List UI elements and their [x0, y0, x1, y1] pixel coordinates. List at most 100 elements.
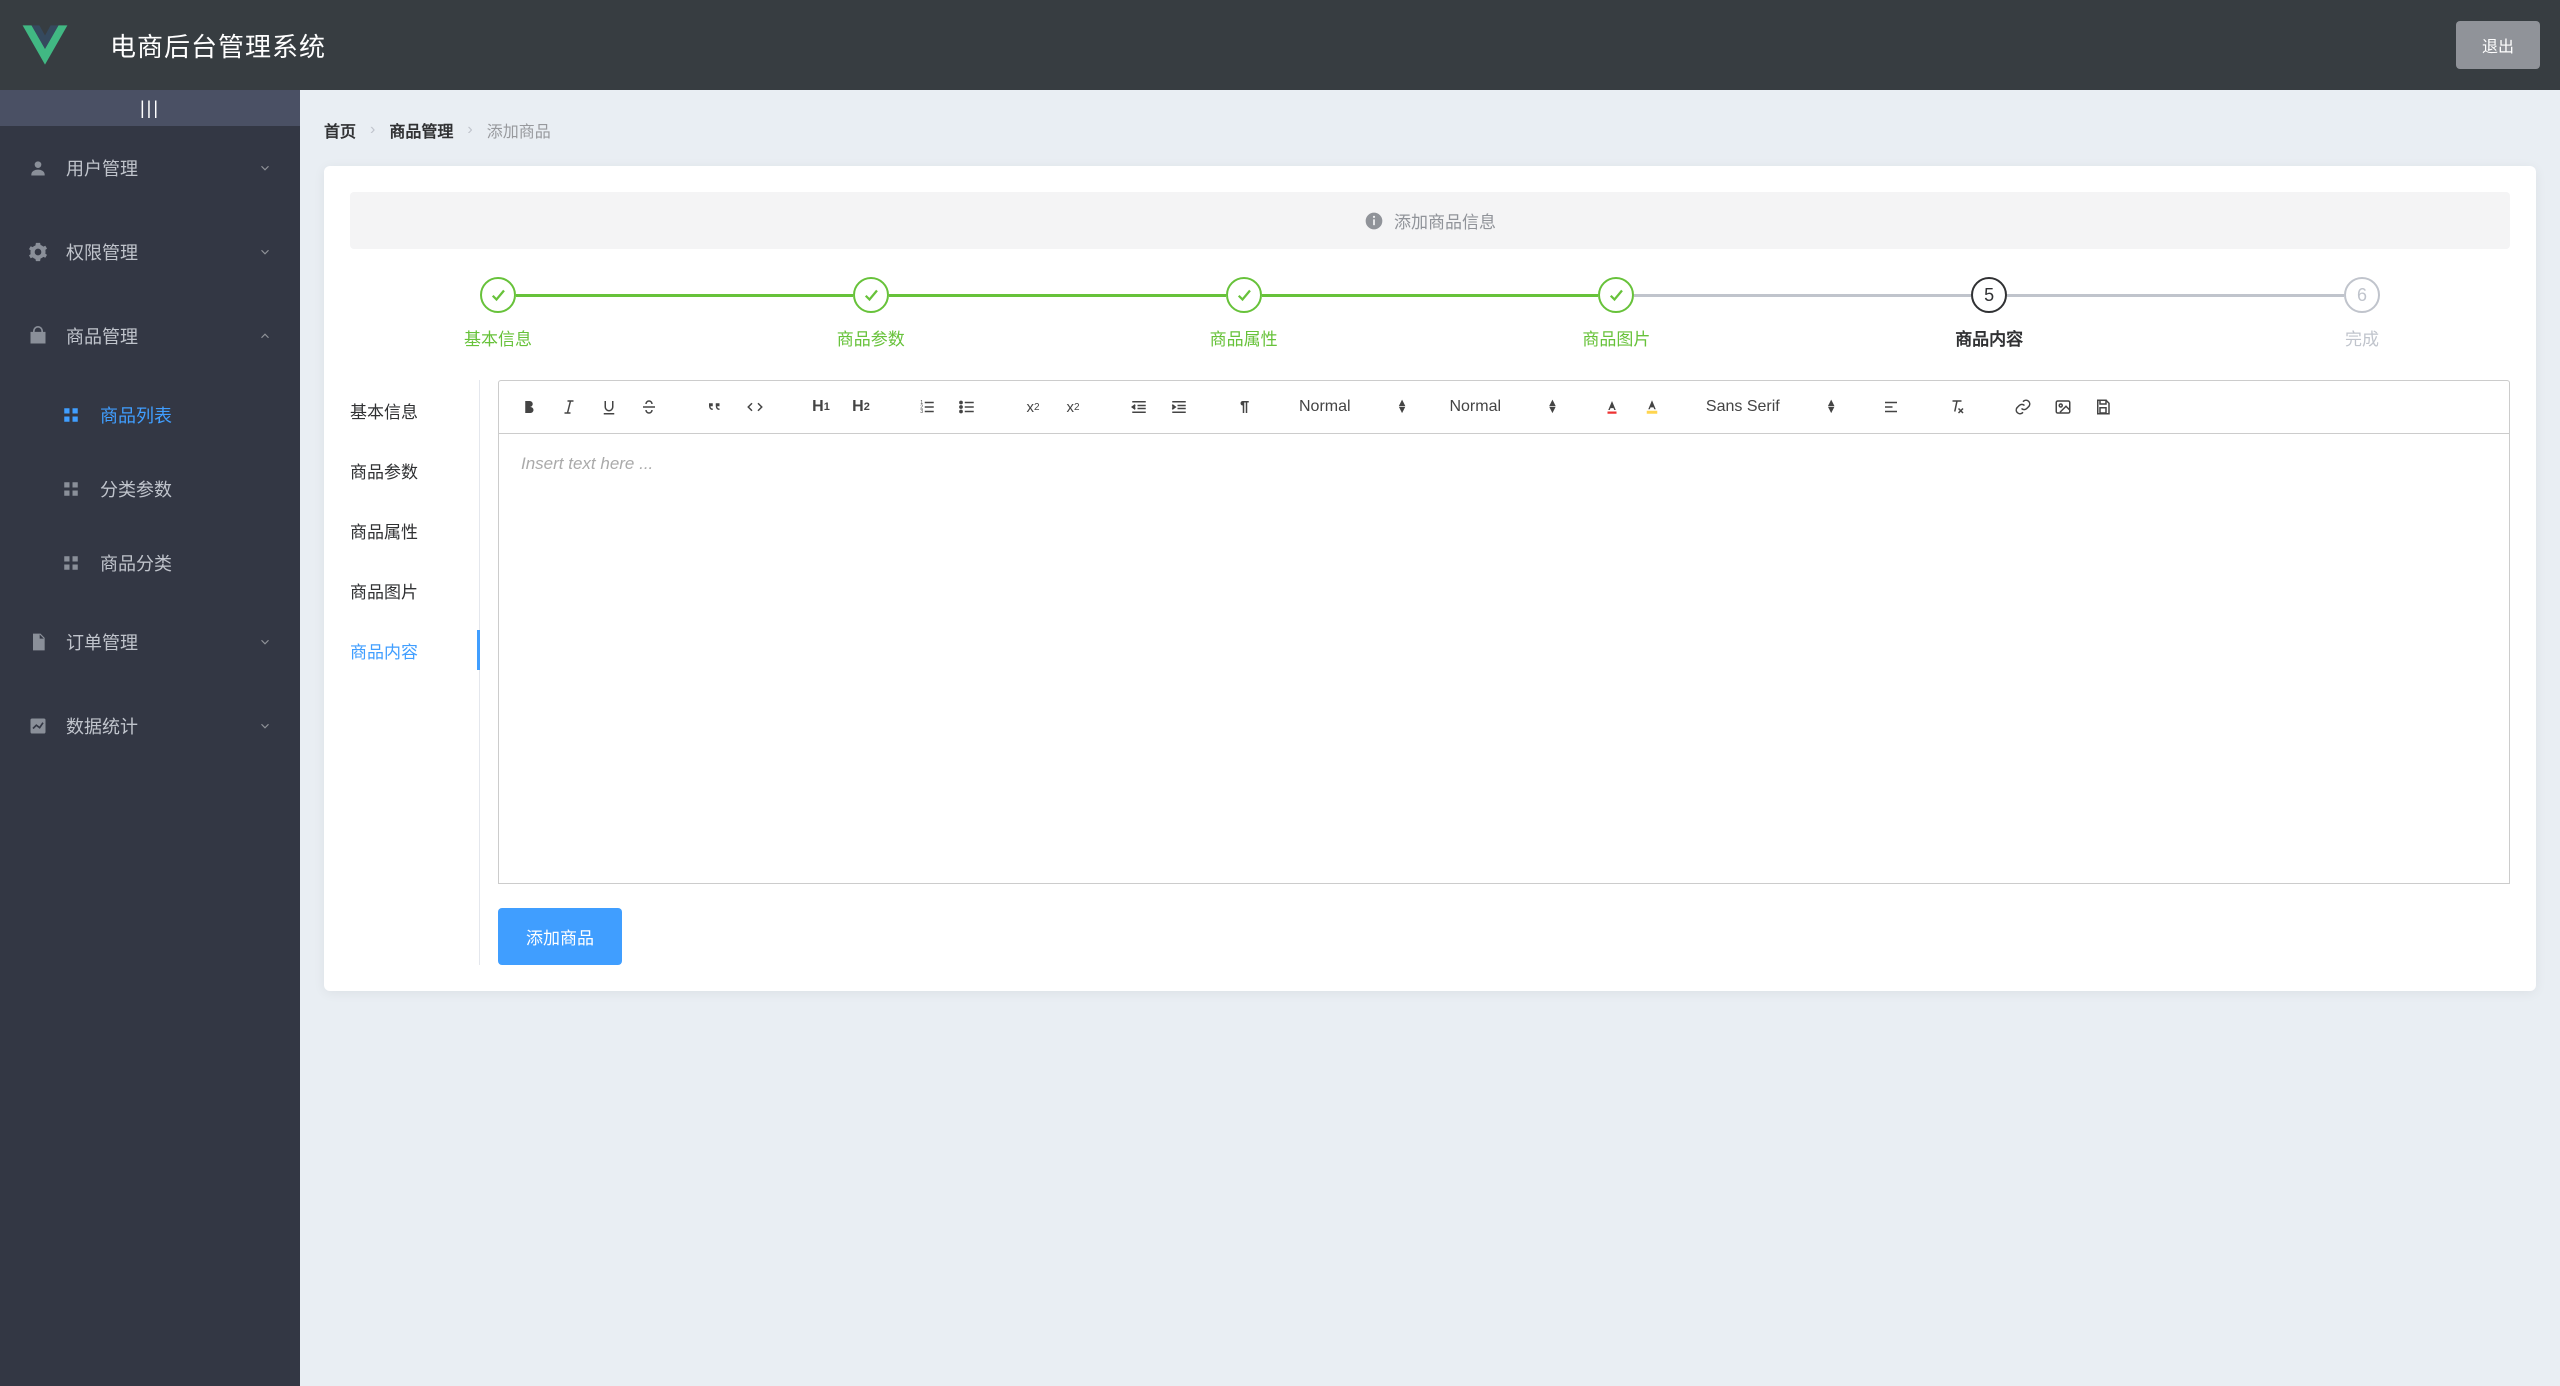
logout-button[interactable]: 退出 — [2456, 21, 2540, 69]
sidebar-sub-label: 商品列表 — [100, 402, 172, 428]
sidebar-item-stats[interactable]: 数据统计 — [0, 684, 300, 768]
size-select-value: Normal — [1299, 398, 1351, 416]
add-product-button[interactable]: 添加商品 — [498, 908, 622, 965]
tab-params[interactable]: 商品参数 — [350, 440, 479, 500]
bullet-list-button[interactable] — [947, 391, 987, 423]
check-icon — [480, 277, 516, 313]
breadcrumb-item-goods[interactable]: 商品管理 — [389, 118, 453, 142]
ordered-list-button[interactable]: 123 — [907, 391, 947, 423]
step-number: 6 — [2344, 277, 2380, 313]
breadcrumb-item-home[interactable]: 首页 — [324, 118, 356, 142]
editor-toolbar: H1 H2 123 x2 x2 — [498, 380, 2510, 434]
font-select[interactable]: Sans Serif ▲▼ — [1698, 398, 1845, 416]
link-button[interactable] — [2003, 391, 2043, 423]
sidebar-toggle[interactable]: ||| — [0, 90, 300, 126]
sidebar-sub-goods-categories[interactable]: 商品分类 — [0, 526, 300, 600]
clear-format-button[interactable] — [1937, 391, 1977, 423]
sidebar-item-label: 数据统计 — [66, 713, 138, 739]
step-images: 商品图片 — [1598, 277, 1971, 350]
svg-text:3: 3 — [920, 409, 923, 415]
tab-images[interactable]: 商品图片 — [350, 560, 479, 620]
step-title: 商品内容 — [1955, 325, 2023, 350]
breadcrumb-sep-icon: › — [467, 121, 472, 139]
sidebar-item-label: 权限管理 — [66, 239, 138, 265]
step-basic-info: 基本信息 — [480, 277, 853, 350]
chevron-down-icon — [258, 161, 272, 175]
sidebar-menu: 用户管理 权限管理 商品管理 — [0, 126, 300, 768]
underline-button[interactable] — [589, 391, 629, 423]
breadcrumb-item-add: 添加商品 — [487, 118, 551, 142]
step-done: 6 完成 — [2344, 277, 2380, 350]
tab-content[interactable]: 商品内容 — [350, 620, 479, 680]
tab-basic-info[interactable]: 基本信息 — [350, 380, 479, 440]
sidebar-submenu-goods: 商品列表 分类参数 商品分类 — [0, 378, 300, 600]
size-select[interactable]: Normal ▲▼ — [1291, 398, 1415, 416]
chevron-down-icon — [258, 245, 272, 259]
editor: H1 H2 123 x2 x2 — [498, 380, 2510, 965]
header1-button[interactable]: H1 — [801, 391, 841, 423]
check-icon — [1226, 277, 1262, 313]
main-content: 首页 › 商品管理 › 添加商品 添加商品信息 — [300, 90, 2560, 1386]
sidebar-sub-goods-list[interactable]: 商品列表 — [0, 378, 300, 452]
sidebar-sub-label: 商品分类 — [100, 550, 172, 576]
updown-icon: ▲▼ — [1547, 400, 1558, 414]
direction-button[interactable] — [1225, 391, 1265, 423]
superscript-button[interactable]: x2 — [1053, 391, 1093, 423]
align-button[interactable] — [1871, 391, 1911, 423]
subscript-button[interactable]: x2 — [1013, 391, 1053, 423]
step-title: 商品图片 — [1582, 325, 1650, 350]
step-content: 5 商品内容 — [1971, 277, 2344, 350]
strike-button[interactable] — [629, 391, 669, 423]
step-number: 5 — [1971, 277, 2007, 313]
outdent-button[interactable] — [1119, 391, 1159, 423]
background-color-button[interactable] — [1632, 391, 1672, 423]
app-header: 电商后台管理系统 退出 — [0, 0, 2560, 90]
text-color-button[interactable] — [1592, 391, 1632, 423]
header-select[interactable]: Normal ▲▼ — [1441, 398, 1565, 416]
sidebar-sub-category-params[interactable]: 分类参数 — [0, 452, 300, 526]
indent-button[interactable] — [1159, 391, 1199, 423]
font-select-value: Sans Serif — [1706, 398, 1780, 416]
save-icon-button[interactable] — [2083, 391, 2123, 423]
info-alert: 添加商品信息 — [350, 192, 2510, 249]
chevron-down-icon — [258, 635, 272, 649]
updown-icon: ▲▼ — [1826, 400, 1837, 414]
tab-attrs[interactable]: 商品属性 — [350, 500, 479, 560]
step-title: 完成 — [2345, 325, 2379, 350]
bag-icon — [28, 326, 52, 346]
bold-button[interactable] — [509, 391, 549, 423]
grid-icon — [62, 554, 86, 572]
header2-button[interactable]: H2 — [841, 391, 881, 423]
image-button[interactable] — [2043, 391, 2083, 423]
blockquote-button[interactable] — [695, 391, 735, 423]
sidebar-item-label: 订单管理 — [66, 629, 138, 655]
code-block-button[interactable] — [735, 391, 775, 423]
chart-icon — [28, 716, 52, 736]
chevron-up-icon — [258, 329, 272, 343]
alert-text: 添加商品信息 — [1394, 208, 1496, 233]
document-icon — [28, 632, 52, 652]
header-left: 电商后台管理系统 — [0, 0, 326, 90]
chevron-down-icon — [258, 719, 272, 733]
sidebar-item-orders[interactable]: 订单管理 — [0, 600, 300, 684]
steps: 基本信息 商品参数 — [480, 277, 2380, 350]
sidebar: ||| 用户管理 权限管理 — [0, 90, 300, 1386]
sidebar-item-label: 用户管理 — [66, 155, 138, 181]
tabs-container: 基本信息 商品参数 商品属性 商品图片 商品内容 — [350, 380, 2510, 965]
italic-button[interactable] — [549, 391, 589, 423]
breadcrumb: 首页 › 商品管理 › 添加商品 — [324, 118, 2536, 142]
sidebar-item-users[interactable]: 用户管理 — [0, 126, 300, 210]
content-card: 添加商品信息 基本信息 — [324, 166, 2536, 991]
sidebar-item-permissions[interactable]: 权限管理 — [0, 210, 300, 294]
editor-textarea[interactable]: Insert text here ... — [498, 434, 2510, 884]
check-icon — [853, 277, 889, 313]
breadcrumb-sep-icon: › — [370, 121, 375, 139]
step-title: 商品属性 — [1210, 325, 1278, 350]
grid-icon — [62, 406, 86, 424]
sidebar-item-goods[interactable]: 商品管理 — [0, 294, 300, 378]
sidebar-sub-label: 分类参数 — [100, 476, 172, 502]
gear-icon — [28, 242, 52, 262]
vue-logo-icon — [17, 17, 73, 73]
user-icon — [28, 158, 52, 178]
sidebar-item-label: 商品管理 — [66, 323, 138, 349]
